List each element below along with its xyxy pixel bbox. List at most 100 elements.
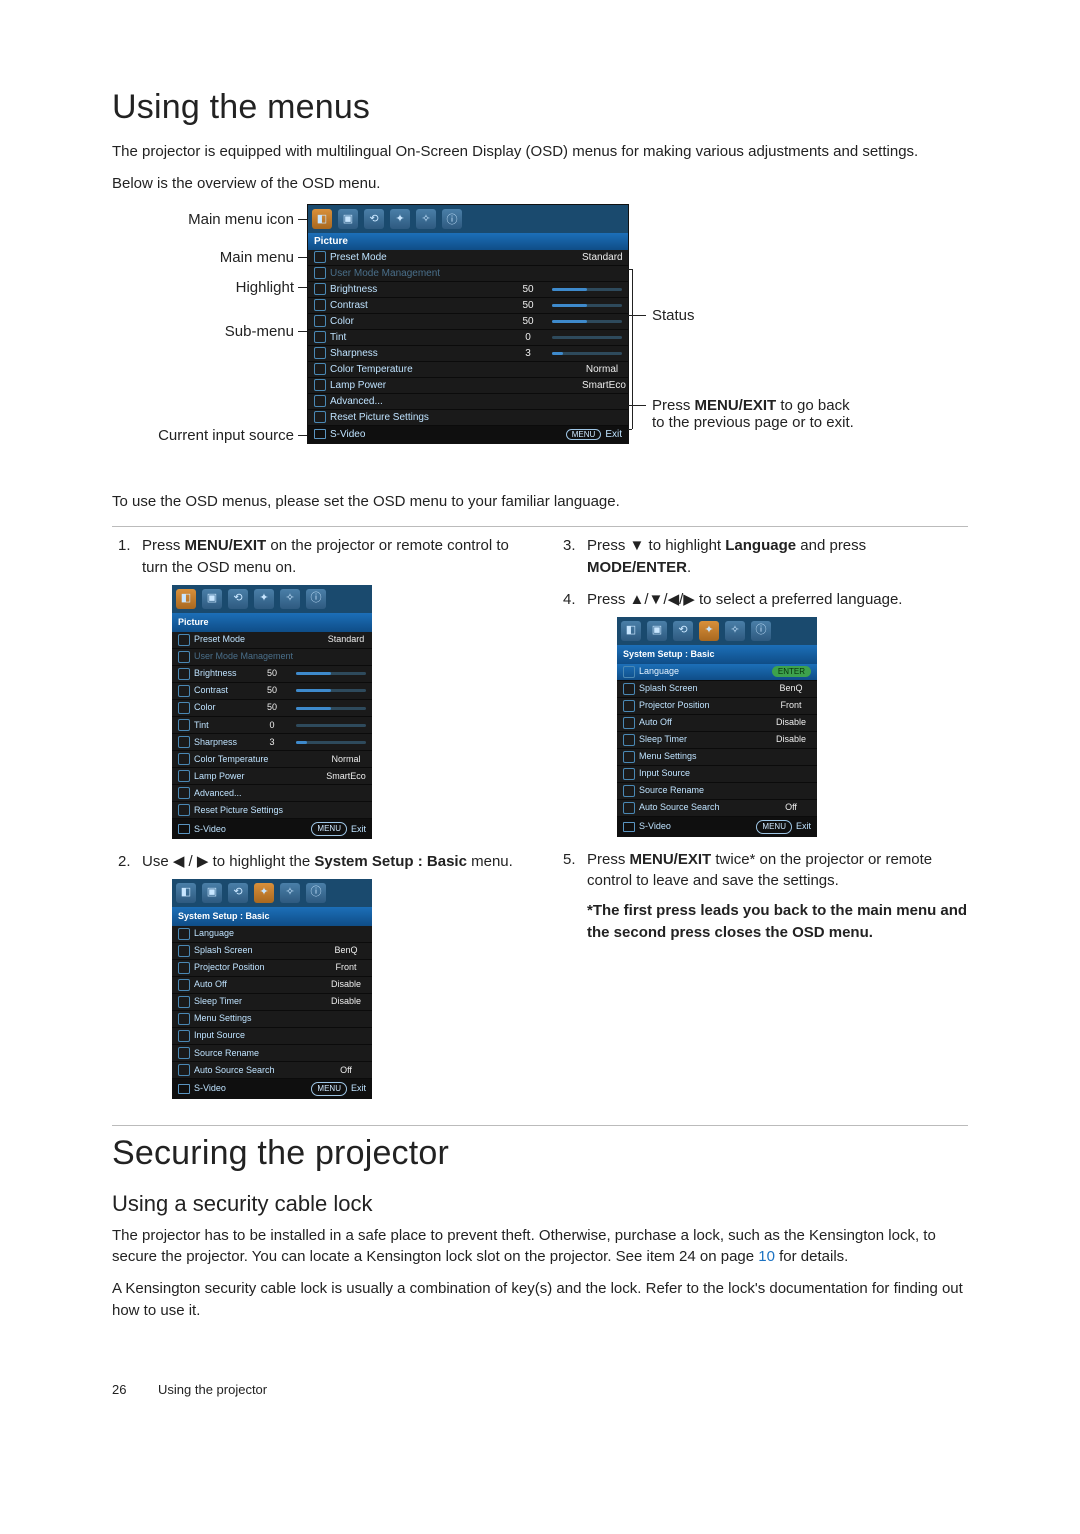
securing-para-1: The projector has to be installed in a s… (112, 1225, 968, 1269)
page-link[interactable]: 10 (758, 1248, 775, 1265)
after-diagram-text: To use the OSD menus, please set the OSD… (112, 491, 968, 513)
row-label: Sleep Timer (194, 995, 322, 1008)
osd-row: Input Source (172, 1028, 372, 1045)
row-label: Language (639, 665, 768, 678)
osd-sys-title: System Setup : Basic (172, 907, 372, 926)
row-icon (623, 734, 635, 746)
tab-setup-adv-icon: ✧ (280, 589, 300, 609)
step-5-note: *The first press leads you back to the m… (587, 902, 967, 941)
tab-setup-basic-icon: ✦ (699, 621, 719, 641)
page-number: 26 (112, 1382, 134, 1397)
row-label: Auto Source Search (639, 801, 767, 814)
osd-row: Sharpness3 (172, 734, 372, 751)
row-icon (178, 962, 190, 974)
row-label: Contrast (194, 684, 248, 697)
callout-sub-menu: Sub-menu (164, 323, 294, 340)
tab-setup-adv-icon: ✧ (416, 209, 436, 229)
row-icon (623, 717, 635, 729)
row-label: Auto Source Search (194, 1064, 322, 1077)
osd-row: LanguageENTER (617, 664, 817, 681)
row-label: User Mode Management (194, 650, 322, 663)
row-icon (178, 979, 190, 991)
row-value: Standard (326, 633, 366, 646)
row-label: Source Rename (639, 784, 767, 797)
row-label: Source Rename (194, 1047, 322, 1060)
osd-row: Auto Source SearchOff (172, 1062, 372, 1079)
tab-info-icon: ⓘ (442, 209, 462, 229)
osd-row: Auto Source SearchOff (617, 800, 817, 817)
row-label: Tint (330, 332, 504, 343)
osd-picture-menu: ◧ ▣ ⟲ ✦ ✧ ⓘ Picture Preset ModeStandardU… (308, 205, 628, 443)
callout-main-menu-icon: Main menu icon (164, 211, 294, 228)
steps-left-col: Press MENU/EXIT on the projector or remo… (112, 535, 523, 1110)
callout-current-input: Current input source (112, 427, 294, 444)
exit-label: Exit (605, 429, 622, 440)
row-label: Menu Settings (194, 1012, 322, 1025)
row-value: Disable (326, 995, 366, 1008)
row-label: Lamp Power (330, 380, 578, 391)
row-slider (552, 304, 622, 307)
divider-2 (112, 1125, 968, 1126)
source-icon (623, 822, 635, 832)
row-value: 0 (252, 719, 292, 732)
row-value: Normal (326, 753, 366, 766)
osd-row: Menu Settings (617, 749, 817, 766)
row-label: Color Temperature (194, 753, 322, 766)
row-label: Color (330, 316, 504, 327)
row-label: Preset Mode (330, 252, 578, 263)
row-icon (623, 802, 635, 814)
row-icon (314, 347, 326, 359)
down-arrow-icon: ▼ (630, 537, 645, 554)
row-value: 50 (508, 300, 548, 311)
row-label: Projector Position (639, 699, 767, 712)
row-slider (296, 672, 366, 675)
row-label: Auto Off (639, 716, 767, 729)
document-page: Using the menus The projector is equippe… (0, 0, 1080, 1457)
osd-overview-diagram: Main menu icon Main menu Highlight Sub-m… (112, 205, 968, 475)
tab-source-icon: ⟲ (364, 209, 384, 229)
row-label: Reset Picture Settings (194, 804, 322, 817)
press-menu-bold: MENU/EXIT (695, 397, 777, 414)
osd-row: Input Source (617, 766, 817, 783)
row-value: Front (326, 961, 366, 974)
row-slider (552, 288, 622, 291)
left-arrow-icon: ◀ (173, 853, 185, 870)
step-1: Press MENU/EXIT on the projector or remo… (112, 535, 523, 839)
row-value: Disable (771, 716, 811, 729)
tab-info-icon: ⓘ (751, 621, 771, 641)
osd-row: User Mode Management (308, 266, 628, 282)
row-label: Preset Mode (194, 633, 322, 646)
row-label: Reset Picture Settings (330, 412, 578, 423)
row-value: 50 (252, 684, 292, 697)
press-menu-prefix: Press (652, 397, 695, 414)
tab-info-icon: ⓘ (306, 589, 326, 609)
tab-display-icon: ▣ (338, 209, 358, 229)
row-slider (296, 689, 366, 692)
row-value: 3 (252, 736, 292, 749)
osd-row: Preset ModeStandard (308, 250, 628, 266)
divider (112, 526, 968, 527)
row-icon (178, 804, 190, 816)
tab-source-icon: ⟲ (228, 883, 248, 903)
row-icon (178, 1064, 190, 1076)
row-label: User Mode Management (330, 268, 578, 279)
row-icon (178, 668, 190, 680)
row-icon (623, 666, 635, 678)
tab-source-icon: ⟲ (228, 589, 248, 609)
row-icon (178, 770, 190, 782)
row-icon (314, 267, 326, 279)
row-label: Input Source (639, 767, 767, 780)
row-icon (178, 651, 190, 663)
row-icon (314, 283, 326, 295)
step-3: Press ▼ to highlight Language and press … (557, 535, 968, 579)
row-icon (178, 719, 190, 731)
subheading-cable-lock: Using a security cable lock (112, 1191, 968, 1217)
row-slider (296, 707, 366, 710)
osd-row: Auto OffDisable (172, 977, 372, 994)
step-2: Use ◀ / ▶ to highlight the System Setup … (112, 851, 523, 1099)
row-label: Brightness (194, 667, 248, 680)
osd-row: Projector PositionFront (172, 960, 372, 977)
row-icon (178, 928, 190, 940)
row-icon (178, 1013, 190, 1025)
step-4: Press ▲/▼/◀/▶ to select a preferred lang… (557, 589, 968, 837)
